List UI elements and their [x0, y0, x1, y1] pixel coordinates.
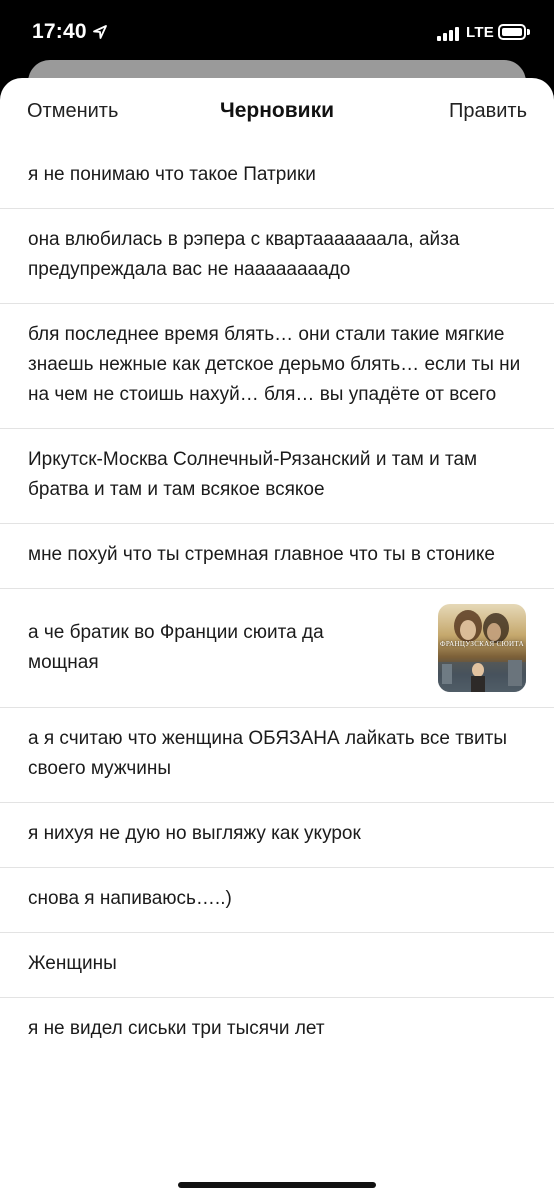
status-time: 17:40 — [32, 20, 87, 43]
draft-text: она влюбилась в рэпера с квартааааааала,… — [28, 229, 460, 280]
draft-text: Иркутск-Москва Солнечный-Рязанский и там… — [28, 449, 478, 500]
draft-item[interactable]: мне похуй что ты стремная главное что ты… — [0, 524, 554, 589]
home-indicator[interactable] — [178, 1182, 376, 1188]
draft-text: я не видел сиськи три тысячи лет — [28, 1018, 325, 1039]
signal-bars-icon — [437, 27, 461, 41]
draft-item[interactable]: я нихуя не дую но выгляжу как укурок — [0, 803, 554, 868]
draft-text: снова я напиваюсь…..) — [28, 888, 232, 909]
draft-item[interactable]: я не понимаю что такое Патрики — [0, 144, 554, 209]
edit-button[interactable]: Править — [449, 100, 527, 123]
drafts-list: я не понимаю что такое Патрики она влюби… — [0, 144, 554, 1062]
draft-text: я не понимаю что такое Патрики — [28, 164, 316, 185]
location-arrow-icon — [93, 25, 107, 39]
draft-text: Женщины — [28, 953, 117, 974]
movie-poster-thumbnail[interactable]: ФРАНЦУЗСКАЯ СЮИТА — [438, 604, 526, 692]
draft-text: а че братик во Франции сюита да мощная — [28, 622, 324, 673]
draft-text: а я считаю что женщина ОБЯЗАНА лайкать в… — [28, 728, 507, 779]
draft-item[interactable]: Женщины — [0, 933, 554, 998]
draft-item[interactable]: а че братик во Франции сюита да мощная Ф… — [0, 589, 554, 708]
draft-item[interactable]: она влюбилась в рэпера с квартааааааала,… — [0, 209, 554, 304]
nav-bar: Отменить Черновики Править — [0, 78, 554, 144]
draft-text: я нихуя не дую но выгляжу как укурок — [28, 823, 361, 844]
network-type-label: LTE — [466, 24, 495, 41]
screen: 17:40 LTE Отменить Черновики Править я н… — [0, 0, 554, 1200]
draft-item[interactable]: снова я напиваюсь…..) — [0, 868, 554, 933]
status-bar: 17:40 LTE — [0, 0, 554, 62]
draft-item[interactable]: Иркутск-Москва Солнечный-Рязанский и там… — [0, 429, 554, 524]
draft-item[interactable]: бля последнее время блять… они стали так… — [0, 304, 554, 429]
poster-title: ФРАНЦУЗСКАЯ СЮИТА — [440, 640, 524, 648]
draft-item[interactable]: я не видел сиськи три тысячи лет — [0, 998, 554, 1062]
draft-text: мне похуй что ты стремная главное что ты… — [28, 544, 495, 565]
draft-text: бля последнее время блять… они стали так… — [28, 324, 521, 405]
draft-item[interactable]: а я считаю что женщина ОБЯЗАНА лайкать в… — [0, 708, 554, 803]
battery-icon — [498, 24, 530, 40]
drafts-sheet: Отменить Черновики Править я не понимаю … — [0, 78, 554, 1200]
